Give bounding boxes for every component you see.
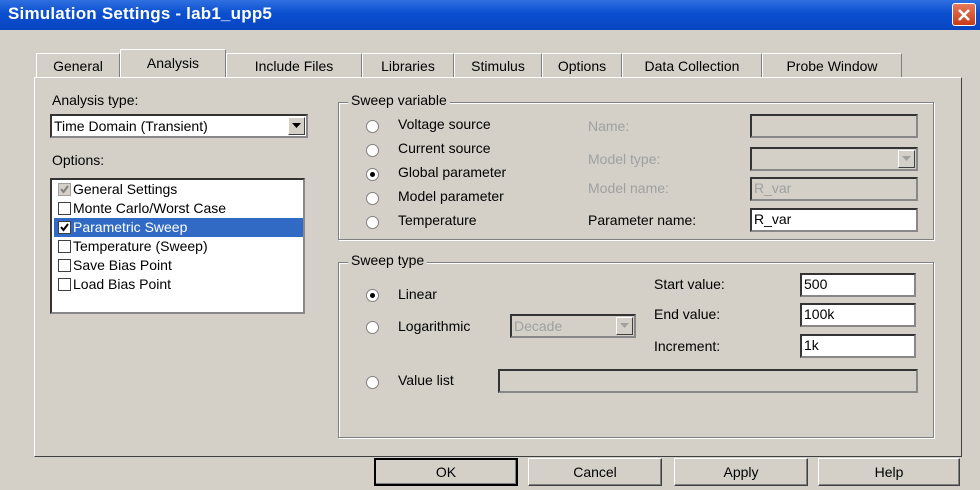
value-list-radio[interactable] bbox=[366, 376, 379, 389]
option-load-bias-point[interactable]: Load Bias Point bbox=[54, 275, 303, 294]
value-list-label: Value list bbox=[398, 372, 454, 388]
apply-button[interactable]: Apply bbox=[674, 458, 808, 486]
tab-analysis[interactable]: Analysis bbox=[120, 49, 226, 77]
tab-include-files[interactable]: Include Files bbox=[226, 53, 362, 77]
option-label: Temperature (Sweep) bbox=[73, 238, 208, 254]
option-label: Monte Carlo/Worst Case bbox=[73, 200, 227, 216]
save-bias-point-checkbox[interactable] bbox=[58, 259, 71, 272]
title-bar: Simulation Settings - lab1_upp5 bbox=[0, 0, 980, 30]
model-name-label: Model name: bbox=[588, 180, 669, 196]
option-label: General Settings bbox=[73, 181, 178, 197]
linear-label: Linear bbox=[398, 286, 437, 302]
ok-button[interactable]: OK bbox=[374, 458, 518, 486]
temperature-sweep-checkbox[interactable] bbox=[58, 240, 71, 253]
voltage-source-label: Voltage source bbox=[398, 116, 491, 132]
option-parametric-sweep[interactable]: Parametric Sweep bbox=[54, 218, 303, 237]
start-value-field[interactable]: 500 bbox=[800, 273, 916, 297]
current-source-label: Current source bbox=[398, 140, 491, 156]
name-label: Name: bbox=[588, 118, 630, 134]
global-parameter-radio[interactable] bbox=[366, 168, 379, 181]
parametric-sweep-checkbox[interactable] bbox=[58, 221, 71, 234]
sweep-variable-title: Sweep variable bbox=[348, 92, 450, 108]
tab-general[interactable]: General bbox=[36, 53, 120, 77]
name-field[interactable] bbox=[750, 114, 918, 138]
log-scale-dropdown-button[interactable] bbox=[616, 317, 633, 335]
option-temperature-sweep[interactable]: Temperature (Sweep) bbox=[54, 237, 303, 256]
general-settings-checkbox[interactable] bbox=[58, 183, 71, 196]
tab-stimulus[interactable]: Stimulus bbox=[454, 53, 542, 77]
voltage-source-radio[interactable] bbox=[366, 120, 379, 133]
option-monte-carlo[interactable]: Monte Carlo/Worst Case bbox=[54, 199, 303, 218]
model-type-dropdown-button[interactable] bbox=[898, 150, 915, 168]
cancel-button[interactable]: Cancel bbox=[528, 458, 662, 486]
check-icon bbox=[60, 223, 69, 232]
model-parameter-radio[interactable] bbox=[366, 192, 379, 205]
model-type-select[interactable] bbox=[750, 147, 918, 171]
analysis-type-label: Analysis type: bbox=[52, 92, 139, 108]
option-label: Save Bias Point bbox=[73, 257, 172, 273]
option-general-settings[interactable]: General Settings bbox=[54, 180, 303, 199]
start-value-label: Start value: bbox=[654, 276, 725, 292]
linear-radio[interactable] bbox=[366, 289, 379, 302]
options-label: Options: bbox=[52, 152, 105, 168]
analysis-type-dropdown-button[interactable] bbox=[288, 117, 305, 135]
dialog-body: General Analysis Include Files Libraries… bbox=[0, 30, 968, 490]
option-label: Load Bias Point bbox=[73, 276, 172, 292]
monte-carlo-checkbox[interactable] bbox=[58, 202, 71, 215]
tab-options[interactable]: Options bbox=[542, 53, 622, 77]
end-value-label: End value: bbox=[654, 306, 721, 322]
current-source-radio[interactable] bbox=[366, 144, 379, 157]
value-list-field[interactable] bbox=[498, 369, 918, 393]
tab-data-collection[interactable]: Data Collection bbox=[622, 53, 762, 77]
check-icon bbox=[60, 185, 69, 194]
window-title: Simulation Settings - lab1_upp5 bbox=[8, 4, 273, 23]
temperature-label: Temperature bbox=[398, 212, 477, 228]
load-bias-point-checkbox[interactable] bbox=[58, 278, 71, 291]
close-button[interactable] bbox=[952, 3, 976, 26]
logarithmic-radio[interactable] bbox=[366, 321, 379, 334]
close-icon bbox=[958, 9, 970, 21]
logarithmic-label: Logarithmic bbox=[398, 318, 471, 334]
global-parameter-label: Global parameter bbox=[398, 164, 507, 180]
sweep-type-title: Sweep type bbox=[348, 252, 428, 268]
analysis-type-select[interactable]: Time Domain (Transient) bbox=[50, 114, 308, 138]
option-label: Parametric Sweep bbox=[73, 219, 188, 235]
log-scale-value: Decade bbox=[514, 318, 563, 334]
increment-label: Increment: bbox=[654, 338, 721, 354]
end-value-field[interactable]: 100k bbox=[800, 303, 916, 327]
parameter-name-field[interactable]: R_var bbox=[750, 208, 918, 232]
help-button[interactable]: Help bbox=[818, 458, 960, 486]
chevron-down-icon bbox=[620, 323, 629, 328]
tab-probe-window[interactable]: Probe Window bbox=[762, 53, 902, 77]
parameter-name-label: Parameter name: bbox=[588, 212, 697, 228]
option-save-bias-point[interactable]: Save Bias Point bbox=[54, 256, 303, 275]
temperature-radio[interactable] bbox=[366, 216, 379, 229]
increment-field[interactable]: 1k bbox=[800, 334, 916, 358]
model-parameter-label: Model parameter bbox=[398, 188, 504, 204]
options-listbox[interactable]: General Settings Monte Carlo/Worst Case … bbox=[50, 178, 305, 314]
model-type-label: Model type: bbox=[588, 151, 661, 167]
analysis-type-value: Time Domain (Transient) bbox=[54, 118, 208, 134]
chevron-down-icon bbox=[902, 156, 911, 161]
chevron-down-icon bbox=[292, 123, 301, 128]
log-scale-select[interactable]: Decade bbox=[510, 314, 636, 338]
model-name-field[interactable]: R_var bbox=[750, 177, 918, 201]
tab-libraries[interactable]: Libraries bbox=[362, 53, 454, 77]
